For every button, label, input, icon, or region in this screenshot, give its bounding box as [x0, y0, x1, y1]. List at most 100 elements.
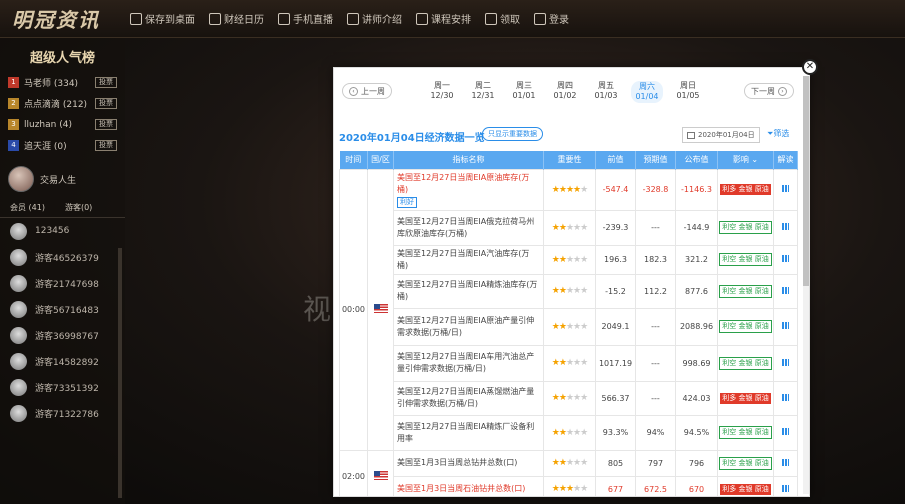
- interpret-cell[interactable]: [773, 449, 798, 477]
- table-row[interactable]: 美国至12月27日当周EIA原油产量引伸需求数据(万桶/日) ★★★★★ 2049.…: [340, 307, 798, 346]
- indicator-name[interactable]: 美国至12月27日当周EIA精炼油库存(万桶): [393, 273, 544, 309]
- tab-day-4[interactable]: 周五 01/03: [590, 81, 622, 101]
- interpret-cell[interactable]: [773, 273, 798, 309]
- video-watermark: 视: [303, 293, 332, 326]
- sidebar-scrollbar[interactable]: [118, 248, 122, 498]
- nav-item-4[interactable]: 课程安排: [416, 11, 471, 26]
- important-only-button[interactable]: 只显示重要数据: [482, 127, 543, 141]
- expected-value: ---: [635, 209, 676, 246]
- importance-stars: ★★★★★: [543, 168, 596, 211]
- nav-item-2[interactable]: 手机直播: [278, 11, 333, 26]
- table-row[interactable]: 美国至12月27日当周EIA俄克拉荷马州库欣原油库存(万桶) ★★★★★ -239.…: [340, 209, 798, 246]
- bar-chart-icon[interactable]: [782, 322, 789, 329]
- column-header[interactable]: 影响 ⌄: [717, 151, 774, 169]
- host-card[interactable]: 交易人生: [0, 156, 125, 198]
- table-row[interactable]: 美国至12月27日当周EIA蒸馏燃油产量引伸需求数据(万桶/日) ★★★★★ 566…: [340, 380, 798, 416]
- nav-item-3[interactable]: 讲师介绍: [347, 11, 402, 26]
- star-icon: ★★★★★: [551, 358, 588, 368]
- list-item[interactable]: 游客71322786: [0, 400, 125, 426]
- indicator-name[interactable]: 美国至12月27日当周EIA汽油库存(万桶): [393, 244, 544, 275]
- importance-stars: ★★★★★: [543, 273, 596, 309]
- nav-item-1[interactable]: 财经日历: [209, 11, 264, 26]
- bar-chart-icon[interactable]: [782, 255, 789, 262]
- list-item[interactable]: 游客14582892: [0, 348, 125, 374]
- bar-chart-icon[interactable]: [782, 286, 789, 294]
- bar-chart-icon[interactable]: [782, 223, 789, 230]
- tab-day-0[interactable]: 周一 12/30: [426, 81, 458, 101]
- interpret-cell[interactable]: [773, 380, 798, 416]
- avatar: [10, 352, 27, 370]
- indicator-name[interactable]: 美国至12月27日当周EIA精炼厂设备利用率: [393, 414, 544, 451]
- tab-day-5[interactable]: 周六 01/04: [631, 81, 663, 103]
- table-row[interactable]: 00:00 美国至12月27日当周EIA原油库存(万桶) 利好 ★★★★★ -547.4…: [339, 168, 798, 451]
- next-week-button[interactable]: 下一周 ›: [744, 83, 794, 99]
- date-picker[interactable]: 2020年01月04日: [682, 127, 760, 143]
- impact-cell: 利空 金银 原油: [717, 307, 774, 346]
- tab-members[interactable]: 会员 (41): [10, 202, 45, 213]
- indicator-name[interactable]: 美国至12月27日当周EIA俄克拉荷马州库欣原油库存(万桶): [393, 209, 544, 246]
- expected-value: ---: [635, 380, 676, 416]
- tab-day-2[interactable]: 周三 01/01: [508, 81, 540, 101]
- bar-chart-icon[interactable]: [782, 185, 789, 192]
- vote-button[interactable]: 投票: [95, 77, 117, 88]
- importance-stars: ★★★★★: [543, 414, 596, 451]
- avatar: [10, 300, 27, 318]
- table-row[interactable]: 美国至12月27日当周EIA车用汽油总产量引伸需求数据(万桶/日) ★★★★★ 10…: [340, 344, 798, 382]
- importance-stars: ★★★★★: [543, 380, 596, 416]
- filter-button[interactable]: ⏷筛选: [767, 128, 789, 139]
- tab-day-3[interactable]: 周四 01/02: [549, 81, 581, 101]
- interpret-cell[interactable]: [773, 344, 798, 382]
- column-header: 指标名称: [393, 151, 544, 169]
- tab-day-1[interactable]: 周二 12/31: [467, 81, 499, 101]
- indicator-name[interactable]: 美国至12月27日当周EIA车用汽油总产量引伸需求数据(万桶/日): [393, 344, 544, 382]
- indicator-name[interactable]: 美国至1月3日当周石油钻井总数(口): [393, 475, 544, 496]
- bar-chart-icon[interactable]: [782, 484, 789, 492]
- interpret-cell[interactable]: [773, 414, 798, 451]
- nav-item-6[interactable]: 登录: [534, 11, 569, 26]
- bar-chart-icon[interactable]: [782, 458, 789, 466]
- list-item[interactable]: 123456: [0, 218, 125, 244]
- nav-item-5[interactable]: 领取: [485, 11, 520, 26]
- bar-chart-icon[interactable]: [782, 428, 789, 435]
- previous-value: -239.3: [595, 209, 636, 246]
- vote-button[interactable]: 投票: [95, 140, 117, 151]
- interpret-cell[interactable]: [773, 307, 798, 346]
- impact-badge: 利空 金银 原油: [719, 284, 772, 298]
- close-icon[interactable]: ✕: [802, 59, 818, 75]
- previous-value: 2049.1: [595, 307, 636, 346]
- table-row[interactable]: 美国至12月27日当周EIA精炼油库存(万桶) ★★★★★ -15.2 112.2 87…: [340, 273, 798, 309]
- list-item[interactable]: 游客56716483: [0, 296, 125, 322]
- table-row[interactable]: 02:00 美国至1月3日当周总钻井总数(口) ★★★★★ 805 797 796 利空 金…: [339, 449, 798, 496]
- bar-chart-icon[interactable]: [782, 393, 789, 401]
- indicator-name[interactable]: 美国至1月3日当周总钻井总数(口): [393, 449, 544, 477]
- bar-chart-icon[interactable]: [782, 358, 789, 366]
- tab-guests[interactable]: 游客(0): [65, 202, 92, 213]
- importance-stars: ★★★★★: [543, 475, 596, 496]
- modal-scrollbar[interactable]: [803, 76, 809, 494]
- interpret-cell[interactable]: [773, 475, 798, 496]
- impact-cell: 利多 金银 原油: [717, 380, 774, 416]
- list-item[interactable]: 游客21747698: [0, 270, 125, 296]
- interpret-cell[interactable]: [773, 168, 798, 211]
- indicator-name[interactable]: 美国至12月27日当周EIA原油库存(万桶) 利好: [393, 168, 544, 211]
- actual-value: 424.03: [675, 380, 718, 416]
- table-row[interactable]: 美国至1月3日当周石油钻井总数(口) ★★★★★ 677 672.5 670 利多 金银 …: [340, 475, 798, 496]
- tab-day-6[interactable]: 周日 01/05: [672, 81, 704, 101]
- rank-number: 4: [8, 140, 19, 151]
- nav-item-0[interactable]: 保存到桌面: [130, 11, 195, 26]
- list-item[interactable]: 游客36998767: [0, 322, 125, 348]
- expected-value: 797: [635, 449, 676, 477]
- vote-button[interactable]: 投票: [95, 98, 117, 109]
- table-row[interactable]: 美国至12月27日当周EIA汽油库存(万桶) ★★★★★ 196.3 182.3 321…: [340, 244, 798, 275]
- interpret-cell[interactable]: [773, 244, 798, 275]
- star-icon: ★★★★★: [551, 222, 588, 233]
- indicator-name[interactable]: 美国至12月27日当周EIA蒸馏燃油产量引伸需求数据(万桶/日): [393, 380, 544, 416]
- list-item[interactable]: 游客73351392: [0, 374, 125, 400]
- prev-week-button[interactable]: ‹ 上一周: [342, 83, 392, 99]
- vote-button[interactable]: 投票: [95, 119, 117, 130]
- indicator-name[interactable]: 美国至12月27日当周EIA原油产量引伸需求数据(万桶/日): [393, 307, 544, 346]
- table-row[interactable]: 美国至12月27日当周EIA精炼厂设备利用率 ★★★★★ 93.3% 94% 94.5%…: [340, 414, 798, 451]
- impact-badge: 利空 金银 原油: [719, 320, 772, 333]
- interpret-cell[interactable]: [773, 209, 798, 246]
- list-item[interactable]: 游客46526379: [0, 244, 125, 270]
